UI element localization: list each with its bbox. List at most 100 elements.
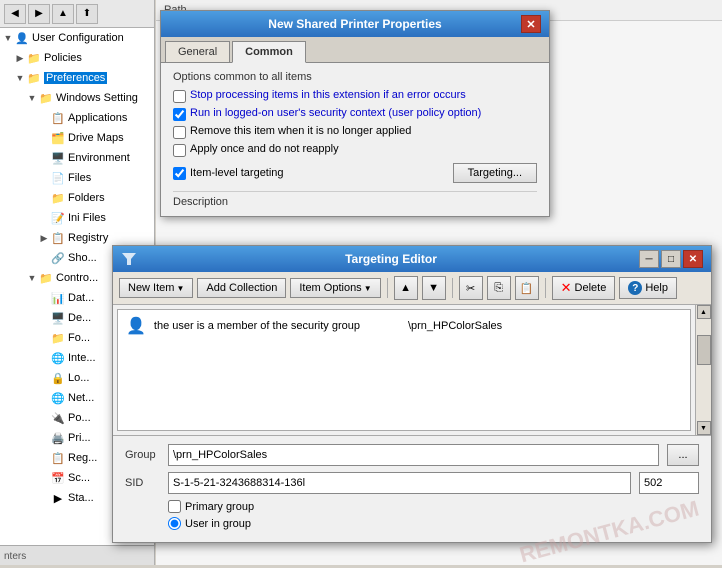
new-item-button[interactable]: New Item ▼	[119, 278, 193, 298]
registry-icon: 📋	[50, 230, 66, 246]
network-icon: 🌐	[50, 390, 66, 406]
tree-expand-icon	[38, 152, 50, 164]
list-item-text: the user is a member of the security gro…	[154, 320, 360, 332]
list-item[interactable]: 👤 the user is a member of the security g…	[122, 314, 686, 338]
delete-button[interactable]: ✕ Delete	[552, 276, 616, 300]
option-run-logged-on-checkbox[interactable]	[173, 108, 186, 121]
new-item-label: New Item	[128, 282, 174, 294]
tree-item-preferences[interactable]: ▼ 📁 Preferences	[0, 68, 154, 88]
tree-expand-icon	[38, 172, 50, 184]
tree-item-applications[interactable]: 📋 Applications	[0, 108, 154, 128]
tree-item-windows-setting[interactable]: ▼ 📁 Windows Setting	[0, 88, 154, 108]
tree-item-drive-maps[interactable]: 🗂️ Drive Maps	[0, 128, 154, 148]
toolbar-back-btn[interactable]: ◀	[4, 4, 26, 24]
tree-label: Sta...	[68, 492, 94, 504]
targeting-title: Targeting Editor	[143, 252, 639, 266]
tree-item-ini-files[interactable]: 📝 Ini Files	[0, 208, 154, 228]
targeting-checkbox[interactable]	[173, 167, 186, 180]
item-options-dropdown-arrow: ▼	[364, 284, 372, 293]
tree-item-files[interactable]: 📄 Files	[0, 168, 154, 188]
tree-label: Po...	[68, 412, 91, 424]
maximize-button[interactable]: □	[661, 250, 681, 268]
tree-expand-icon	[38, 112, 50, 124]
tree-item-policies[interactable]: ▶ 📁 Policies	[0, 48, 154, 68]
tree-label: Sho...	[68, 252, 97, 264]
toolbar-down-btn[interactable]: ⬆	[76, 4, 98, 24]
app-icon: 📋	[50, 110, 66, 126]
folder-icon: 📁	[38, 90, 54, 106]
tree-item-user-configuration[interactable]: ▼ 👤 User Configuration	[0, 28, 154, 48]
tree-expand-icon[interactable]: ▶	[14, 52, 26, 64]
help-button[interactable]: ? Help	[619, 277, 677, 299]
tree-expand-icon	[38, 312, 50, 324]
move-up-button[interactable]: ▲	[394, 276, 418, 300]
tree-expand-icon[interactable]: ▼	[26, 272, 38, 284]
option-apply-once-checkbox[interactable]	[173, 144, 186, 157]
minimize-button[interactable]: ─	[639, 250, 659, 268]
group-input[interactable]	[168, 444, 659, 466]
add-collection-label: Add Collection	[206, 282, 277, 294]
drive-icon: 🗂️	[50, 130, 66, 146]
targeting-titlebar: Targeting Editor ─ □ ✕	[113, 246, 711, 272]
sid-number-input[interactable]	[639, 472, 699, 494]
group-browse-button[interactable]: ...	[667, 444, 699, 466]
add-collection-button[interactable]: Add Collection	[197, 278, 286, 298]
tree-label: Applications	[68, 112, 127, 124]
tree-item-folders[interactable]: 📁 Folders	[0, 188, 154, 208]
tree-label: Fo...	[68, 332, 90, 344]
tree-expand-icon[interactable]: ▼	[2, 32, 14, 44]
targeting-list[interactable]: 👤 the user is a member of the security g…	[117, 309, 691, 431]
tree-expand-icon	[38, 132, 50, 144]
tree-expand-icon	[38, 472, 50, 484]
dialog-close-button[interactable]: ✕	[521, 15, 541, 33]
tree-label: Preferences	[44, 72, 107, 84]
tree-label: Reg...	[68, 452, 97, 464]
tree-item-environment[interactable]: 🖥️ Environment	[0, 148, 154, 168]
reg-icon: 📋	[50, 450, 66, 466]
tree-label: Drive Maps	[68, 132, 124, 144]
tree-label: Lo...	[68, 372, 89, 384]
toolbar-forward-btn[interactable]: ▶	[28, 4, 50, 24]
option-remove-item-checkbox[interactable]	[173, 126, 186, 139]
shortcut-icon: 🔗	[50, 250, 66, 266]
help-label: Help	[645, 282, 668, 294]
scroll-up-arrow[interactable]: ▲	[697, 305, 711, 319]
tree-label: Windows Setting	[56, 92, 138, 104]
user-in-group-label: User in group	[185, 518, 251, 530]
tree-expand-icon[interactable]: ▼	[26, 92, 38, 104]
user-in-group-radio[interactable]	[168, 517, 181, 530]
folder-icon: 📁	[50, 190, 66, 206]
cut-button[interactable]: ✂	[459, 276, 483, 300]
paste-button[interactable]: 📋	[515, 276, 539, 300]
targeting-button[interactable]: Targeting...	[453, 163, 537, 183]
tab-general[interactable]: General	[165, 41, 230, 62]
sid-input[interactable]	[168, 472, 631, 494]
list-item-value: \prn_HPColorSales	[408, 320, 502, 332]
toolbar-up-btn[interactable]: ▲	[52, 4, 74, 24]
item-options-button[interactable]: Item Options ▼	[290, 278, 380, 298]
tree-expand-icon[interactable]: ▼	[14, 72, 26, 84]
tree-expand-icon	[38, 212, 50, 224]
move-down-button[interactable]: ▼	[422, 276, 446, 300]
dialog-description: Description	[173, 191, 537, 208]
dialog-title: New Shared Printer Properties	[189, 17, 521, 31]
tree-expand-icon	[38, 392, 50, 404]
primary-group-checkbox[interactable]	[168, 500, 181, 513]
targeting-scrollbar[interactable]: ▲ ▼	[695, 305, 711, 435]
primary-group-label: Primary group	[185, 501, 254, 513]
close-button[interactable]: ✕	[683, 250, 703, 268]
tree-expand-icon[interactable]: ▶	[38, 232, 50, 244]
delete-x-icon: ✕	[561, 280, 572, 296]
startup-icon: ▶	[50, 490, 66, 506]
option-apply-once: Apply once and do not reapply	[173, 143, 537, 157]
tab-common[interactable]: Common	[232, 41, 306, 63]
option-stop-processing-checkbox[interactable]	[173, 90, 186, 103]
scroll-down-arrow[interactable]: ▼	[697, 421, 711, 435]
tree-label: Dat...	[68, 292, 94, 304]
description-label: Description	[173, 196, 228, 208]
targeting-toolbar: New Item ▼ Add Collection Item Options ▼…	[113, 272, 711, 305]
scroll-thumb[interactable]	[697, 335, 711, 365]
copy-button[interactable]: ⎘	[487, 276, 511, 300]
dialog-section-title: Options common to all items	[173, 71, 537, 83]
tree-expand-icon	[38, 352, 50, 364]
